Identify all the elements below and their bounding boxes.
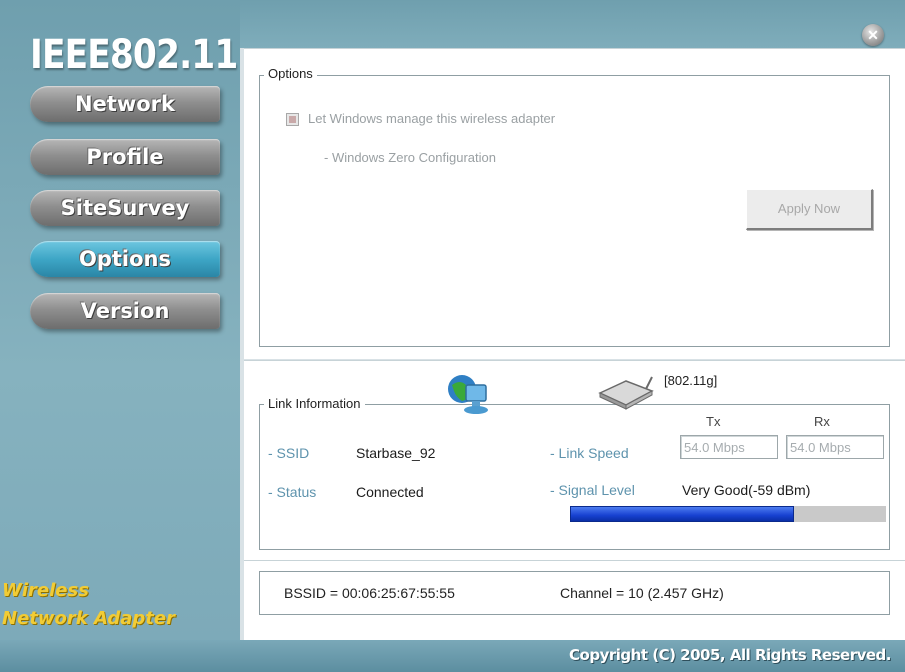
status-value: Connected — [356, 484, 424, 500]
rx-header: Rx — [814, 414, 830, 429]
tagline-line2: Network Adapter — [2, 608, 175, 629]
signal-level-label: - Signal Level — [550, 482, 635, 498]
nav-version-button[interactable]: Version — [30, 293, 220, 329]
nav-network-button[interactable]: Network — [30, 86, 220, 122]
nav-profile-button[interactable]: Profile — [30, 139, 220, 175]
signal-strength-fill — [570, 506, 795, 522]
nav-options-button[interactable]: Options — [30, 241, 220, 277]
close-icon[interactable]: ✕ — [862, 24, 884, 46]
link-panel: Link Information [802.11g] Tx Rx - SSID — [244, 360, 905, 561]
windows-manage-label: Let Windows manage this wireless adapter — [308, 111, 556, 126]
bssid-panel: BSSID = 00:06:25:67:55:55 Channel = 10 (… — [244, 560, 905, 641]
tx-speed-field: 54.0 Mbps — [680, 435, 778, 459]
channel-value: Channel = 10 (2.457 GHz) — [560, 585, 724, 601]
copyright-text: Copyright (C) 2005, All Rights Reserved. — [569, 646, 891, 664]
brand-logo: IEEE802.11 — [30, 32, 238, 78]
apply-now-button[interactable]: Apply Now — [746, 189, 873, 230]
signal-level-value: Very Good(-59 dBm) — [682, 482, 811, 498]
bottom-bar: Copyright (C) 2005, All Rights Reserved. — [0, 640, 905, 672]
tagline-line1: Wireless — [2, 580, 89, 601]
link-group-title: Link Information — [264, 396, 365, 411]
status-label: - Status — [268, 484, 317, 500]
rx-speed-field: 54.0 Mbps — [786, 435, 884, 459]
network-computer-icon — [444, 371, 490, 415]
nav-sitesurvey-button[interactable]: SiteSurvey — [30, 190, 220, 226]
app-window: IEEE802.11 Network Profile SiteSurvey Op… — [0, 0, 905, 672]
ssid-value: Starbase_92 — [356, 445, 436, 461]
ssid-label: - SSID — [268, 445, 310, 461]
wireless-adapter-icon — [596, 375, 656, 411]
tx-header: Tx — [706, 414, 721, 429]
link-speed-label: - Link Speed — [550, 445, 629, 461]
bssid-value: BSSID = 00:06:25:67:55:55 — [284, 585, 455, 601]
top-bar — [240, 0, 905, 48]
link-groupbox — [259, 404, 890, 550]
options-panel: Options Let Windows manage this wireless… — [244, 48, 905, 359]
zero-config-label: - Windows Zero Configuration — [324, 150, 496, 165]
options-group-title: Options — [264, 66, 317, 81]
sidebar: IEEE802.11 Network Profile SiteSurvey Op… — [0, 0, 240, 672]
signal-strength-bar — [570, 506, 886, 522]
wireless-mode-label: [802.11g] — [664, 373, 718, 388]
windows-manage-checkbox[interactable] — [286, 113, 299, 126]
